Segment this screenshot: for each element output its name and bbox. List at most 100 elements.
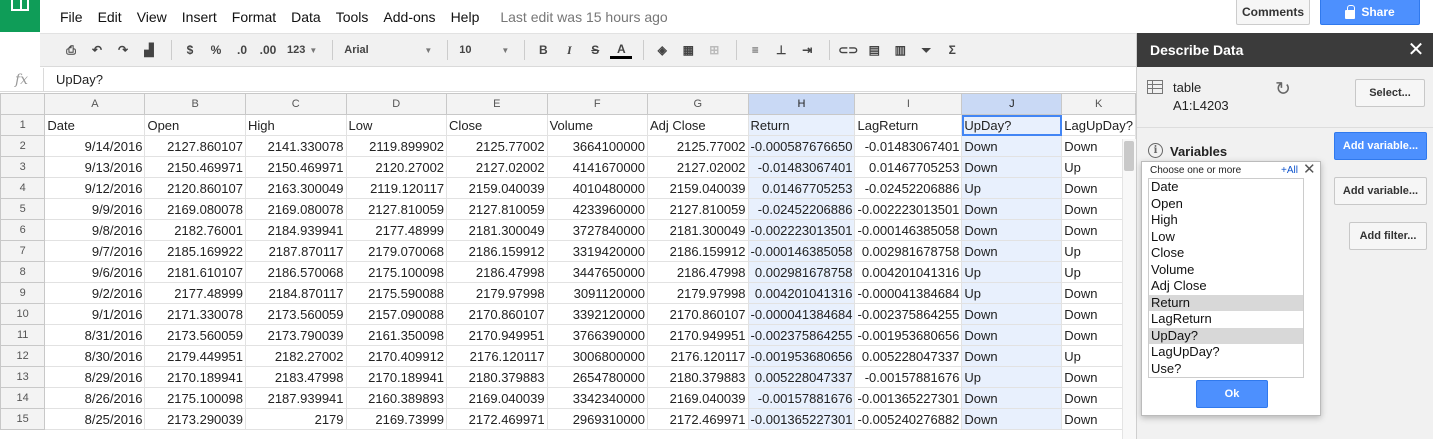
cell[interactable]: Adj Close — [647, 114, 749, 136]
cell[interactable]: 8/29/2016 — [44, 366, 146, 388]
cell[interactable]: 2173.560059 — [244, 303, 347, 325]
cell[interactable]: Down — [961, 198, 1063, 220]
cell[interactable]: 2182.27002 — [244, 345, 347, 367]
cell[interactable]: 4141670000 — [546, 156, 649, 178]
cell[interactable]: Close — [446, 114, 548, 136]
cell[interactable]: 0.002981678758 — [747, 261, 856, 283]
menu-view[interactable]: View — [137, 9, 167, 25]
cell[interactable]: 2173.560059 — [144, 324, 246, 346]
cell[interactable]: 2127.860107 — [144, 135, 246, 157]
cell[interactable]: 2169.73999 — [345, 408, 448, 430]
cell[interactable]: 2159.040039 — [446, 177, 548, 199]
cell[interactable]: 9/7/2016 — [44, 240, 146, 262]
cell[interactable]: 3319420000 — [546, 240, 649, 262]
menu-help[interactable]: Help — [451, 9, 480, 25]
cell[interactable]: Down — [961, 240, 1063, 262]
comments-button[interactable]: Comments — [1236, 0, 1310, 25]
list-item[interactable]: UpDay? — [1149, 327, 1303, 344]
cell[interactable]: Up — [961, 282, 1063, 304]
menu-addons[interactable]: Add-ons — [383, 9, 435, 25]
cell[interactable]: 2184.939941 — [244, 219, 347, 241]
refresh-icon[interactable]: ↻ — [1275, 80, 1293, 99]
align-left-icon[interactable]: ≡ — [744, 39, 766, 61]
cell[interactable]: 2179 — [244, 408, 347, 430]
cell[interactable]: 2179.97998 — [446, 282, 548, 304]
cell[interactable]: 2184.870117 — [244, 282, 347, 304]
cell[interactable]: -0.001365227301 — [854, 387, 963, 409]
list-item[interactable]: Low — [1149, 229, 1303, 246]
list-item[interactable]: Close — [1149, 245, 1303, 262]
print-icon[interactable]: ⎙ — [60, 39, 82, 61]
cell[interactable]: 2170.949951 — [446, 324, 548, 346]
filter-icon[interactable]: ⏷ — [915, 39, 937, 61]
cell[interactable]: 3392120000 — [546, 303, 649, 325]
cell[interactable]: Down — [961, 408, 1063, 430]
cell[interactable]: 2185.169922 — [144, 240, 246, 262]
cell[interactable]: 2173.290039 — [144, 408, 246, 430]
cell[interactable]: 2170.949951 — [647, 324, 749, 346]
last-edit-link[interactable]: Last edit was 15 hours ago — [500, 9, 667, 25]
borders-icon[interactable]: ▦ — [677, 39, 699, 61]
cell[interactable]: 2125.77002 — [647, 135, 749, 157]
cell[interactable]: 2969310000 — [546, 408, 649, 430]
column-header-i[interactable]: I — [854, 93, 963, 115]
cell[interactable]: Down — [961, 324, 1063, 346]
cell[interactable]: 2161.350098 — [345, 324, 448, 346]
cell[interactable]: -0.000146385058 — [747, 240, 856, 262]
cell[interactable]: 2186.159912 — [446, 240, 548, 262]
cell[interactable]: 2170.860107 — [446, 303, 548, 325]
cell[interactable]: -0.000041384684 — [747, 303, 856, 325]
cell[interactable]: 2179.449951 — [144, 345, 246, 367]
paint-format-icon[interactable]: ▟ — [138, 39, 160, 61]
column-header-k[interactable]: K — [1061, 93, 1136, 115]
list-item[interactable]: Date — [1149, 179, 1303, 196]
cell[interactable]: 3664100000 — [546, 135, 649, 157]
cell[interactable]: -0.005240276882 — [854, 408, 963, 430]
cell[interactable]: 2177.48999 — [144, 282, 246, 304]
cell[interactable]: 2180.379883 — [446, 366, 548, 388]
cell[interactable]: 2127.02002 — [446, 156, 548, 178]
cell[interactable]: -0.01483067401 — [747, 156, 856, 178]
cell[interactable]: 2127.810059 — [446, 198, 548, 220]
cell[interactable]: 0.01467705253 — [747, 177, 856, 199]
close-icon[interactable]: ✕ — [1405, 39, 1427, 61]
currency-format-button[interactable]: $ — [179, 39, 201, 61]
menu-insert[interactable]: Insert — [182, 9, 217, 25]
cell[interactable]: Down — [961, 345, 1063, 367]
cell[interactable]: 0.004201041316 — [854, 261, 963, 283]
list-item[interactable]: Volume — [1149, 262, 1303, 279]
scrollbar-thumb[interactable] — [1124, 141, 1134, 171]
cell[interactable]: 2170.189941 — [345, 366, 448, 388]
cell[interactable]: 2119.899902 — [345, 135, 448, 157]
cell[interactable]: 3342340000 — [546, 387, 649, 409]
cell[interactable]: Open — [144, 114, 246, 136]
row-header[interactable]: 6 — [0, 219, 46, 241]
cell[interactable]: 2186.47998 — [446, 261, 548, 283]
info-icon[interactable]: i — [1148, 143, 1163, 158]
cell[interactable]: 9/14/2016 — [44, 135, 146, 157]
cell[interactable]: 2173.790039 — [244, 324, 347, 346]
redo-icon[interactable]: ↷ — [112, 39, 134, 61]
list-item[interactable]: LagUpDay? — [1149, 344, 1303, 361]
cell[interactable]: -0.01483067401 — [854, 135, 963, 157]
cell[interactable]: 4233960000 — [546, 198, 649, 220]
cell[interactable]: Down — [961, 219, 1063, 241]
text-color-button[interactable]: A — [610, 41, 633, 59]
cell[interactable]: 2186.159912 — [647, 240, 749, 262]
undo-icon[interactable]: ↶ — [86, 39, 108, 61]
cell[interactable]: 9/1/2016 — [44, 303, 146, 325]
list-item[interactable]: Open — [1149, 196, 1303, 213]
cell[interactable]: 2170.409912 — [345, 345, 448, 367]
insert-link-icon[interactable]: ⊂⊃ — [837, 39, 859, 61]
cell[interactable]: 3727840000 — [546, 219, 649, 241]
row-header[interactable]: 10 — [0, 303, 46, 325]
list-item[interactable]: Adj Close — [1149, 278, 1303, 295]
percent-format-button[interactable]: % — [205, 39, 227, 61]
functions-button[interactable]: Σ — [941, 39, 963, 61]
cell[interactable]: 2176.120117 — [446, 345, 548, 367]
cell[interactable]: 2159.040039 — [647, 177, 749, 199]
cell[interactable]: Volume — [546, 114, 649, 136]
cell[interactable]: 2119.120117 — [345, 177, 448, 199]
cell[interactable]: Down — [961, 156, 1063, 178]
list-item[interactable]: LagReturn — [1149, 311, 1303, 328]
